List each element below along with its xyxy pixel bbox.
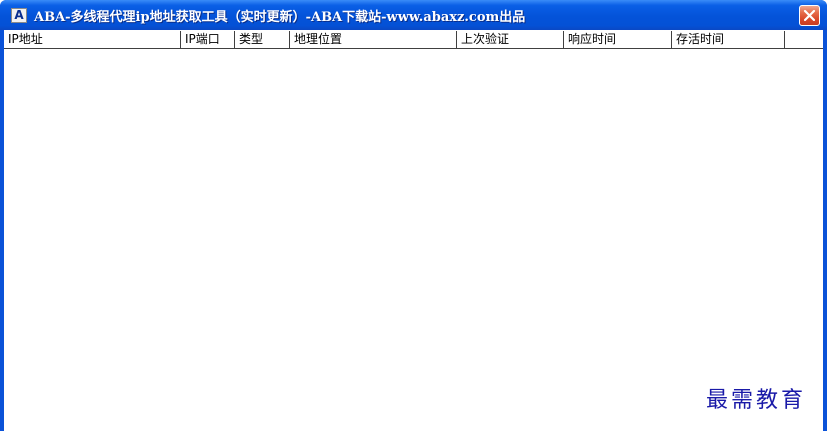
watermark-text: 最需教育	[706, 388, 807, 413]
window-title: ABA-多线程代理ip地址获取工具（实时更新）-ABA下载站-www.abaxz…	[34, 10, 526, 25]
close-button[interactable]	[799, 5, 820, 26]
app-icon[interactable]: A	[11, 8, 27, 23]
column-header-location[interactable]: 地理位置	[290, 31, 457, 49]
close-icon	[803, 9, 816, 22]
column-header-response-time[interactable]: 响应时间	[564, 31, 672, 49]
column-header-last-verified[interactable]: 上次验证	[457, 31, 564, 49]
app-window: A ABA-多线程代理ip地址获取工具（实时更新）-ABA下载站-www.aba…	[0, 0, 827, 431]
column-header-ip-address[interactable]: IP地址	[4, 31, 181, 49]
list-header: IP地址 IP端口 类型 地理位置 上次验证 响应时间 存活时间	[4, 31, 823, 49]
proxy-list[interactable]	[4, 49, 823, 431]
title-bar[interactable]: A ABA-多线程代理ip地址获取工具（实时更新）-ABA下载站-www.aba…	[0, 0, 827, 30]
column-header-type[interactable]: 类型	[235, 31, 290, 49]
column-header-uptime[interactable]: 存活时间	[672, 31, 785, 49]
column-header-filler	[785, 31, 823, 49]
column-header-ip-port[interactable]: IP端口	[181, 31, 235, 49]
